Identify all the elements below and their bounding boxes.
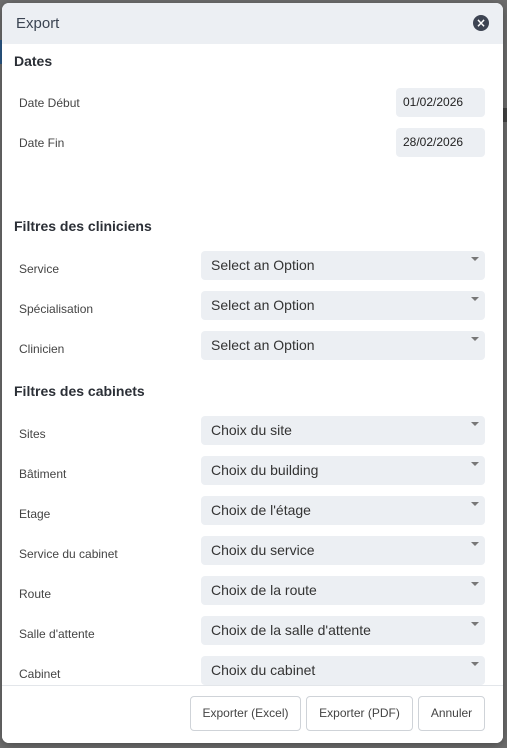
chevron-down-icon: [471, 257, 479, 261]
sites-select-value: Choix du site: [211, 422, 292, 438]
building-select-value: Choix du building: [211, 462, 319, 478]
chevron-down-icon: [471, 542, 479, 546]
date-end-label: Date Fin: [19, 136, 65, 150]
section-title-dates: Dates: [14, 53, 53, 69]
modal-header: Export ×: [2, 3, 503, 44]
route-label: Route: [19, 587, 52, 601]
building-select[interactable]: Choix du building: [201, 456, 485, 485]
chevron-down-icon: [471, 462, 479, 466]
clinician-label: Clinicien: [19, 342, 65, 356]
section-title-clinicians: Filtres des cliniciens: [14, 218, 152, 234]
service-label: Service: [19, 262, 60, 276]
export-excel-button[interactable]: Exporter (Excel): [190, 696, 301, 731]
section-title-cabinets: Filtres des cabinets: [14, 383, 145, 399]
modal-footer: Exporter (Excel) Exporter (PDF) Annuler: [2, 685, 503, 743]
chevron-down-icon: [471, 422, 479, 426]
modal-title: Export: [16, 15, 60, 32]
specialisation-select[interactable]: Select an Option: [201, 291, 485, 320]
cabinet-label: Cabinet: [19, 667, 61, 681]
building-label: Bâtiment: [19, 467, 67, 481]
chevron-down-icon: [471, 662, 479, 666]
cabinet-service-select[interactable]: Choix du service: [201, 536, 485, 565]
export-modal: Export × Dates Date Début 01/02/2026 Dat…: [2, 3, 503, 743]
date-start-label: Date Début: [19, 96, 80, 110]
chevron-down-icon: [471, 297, 479, 301]
route-select-value: Choix de la route: [211, 582, 317, 598]
floor-select-value: Choix de l'étage: [211, 502, 311, 518]
cabinet-select[interactable]: Choix du cabinet: [201, 656, 485, 685]
chevron-down-icon: [471, 337, 479, 341]
route-select[interactable]: Choix de la route: [201, 576, 485, 605]
floor-label: Etage: [19, 507, 51, 521]
sites-select[interactable]: Choix du site: [201, 416, 485, 445]
clinician-select-value: Select an Option: [211, 337, 315, 353]
modal-body: Dates Date Début 01/02/2026 Date Fin 28/…: [2, 44, 503, 685]
clinician-select[interactable]: Select an Option: [201, 331, 485, 360]
sites-label: Sites: [19, 427, 46, 441]
waiting-room-select[interactable]: Choix de la salle d'attente: [201, 616, 485, 645]
cabinet-service-select-value: Choix du service: [211, 542, 315, 558]
cabinet-service-label: Service du cabinet: [19, 547, 118, 561]
chevron-down-icon: [471, 622, 479, 626]
floor-select[interactable]: Choix de l'étage: [201, 496, 485, 525]
close-icon[interactable]: ×: [473, 15, 489, 31]
date-end-input[interactable]: 28/02/2026: [396, 128, 485, 157]
export-pdf-button[interactable]: Exporter (PDF): [306, 696, 413, 731]
cancel-button[interactable]: Annuler: [418, 696, 485, 731]
service-select[interactable]: Select an Option: [201, 251, 485, 280]
waiting-room-label: Salle d'attente: [19, 627, 95, 641]
specialisation-select-value: Select an Option: [211, 297, 315, 313]
service-select-value: Select an Option: [211, 257, 315, 273]
backdrop-page-edge: [503, 108, 507, 122]
waiting-room-select-value: Choix de la salle d'attente: [211, 622, 371, 638]
chevron-down-icon: [471, 582, 479, 586]
cabinet-select-value: Choix du cabinet: [211, 662, 316, 678]
specialisation-label: Spécialisation: [19, 302, 94, 316]
chevron-down-icon: [471, 502, 479, 506]
date-start-input[interactable]: 01/02/2026: [396, 88, 485, 117]
